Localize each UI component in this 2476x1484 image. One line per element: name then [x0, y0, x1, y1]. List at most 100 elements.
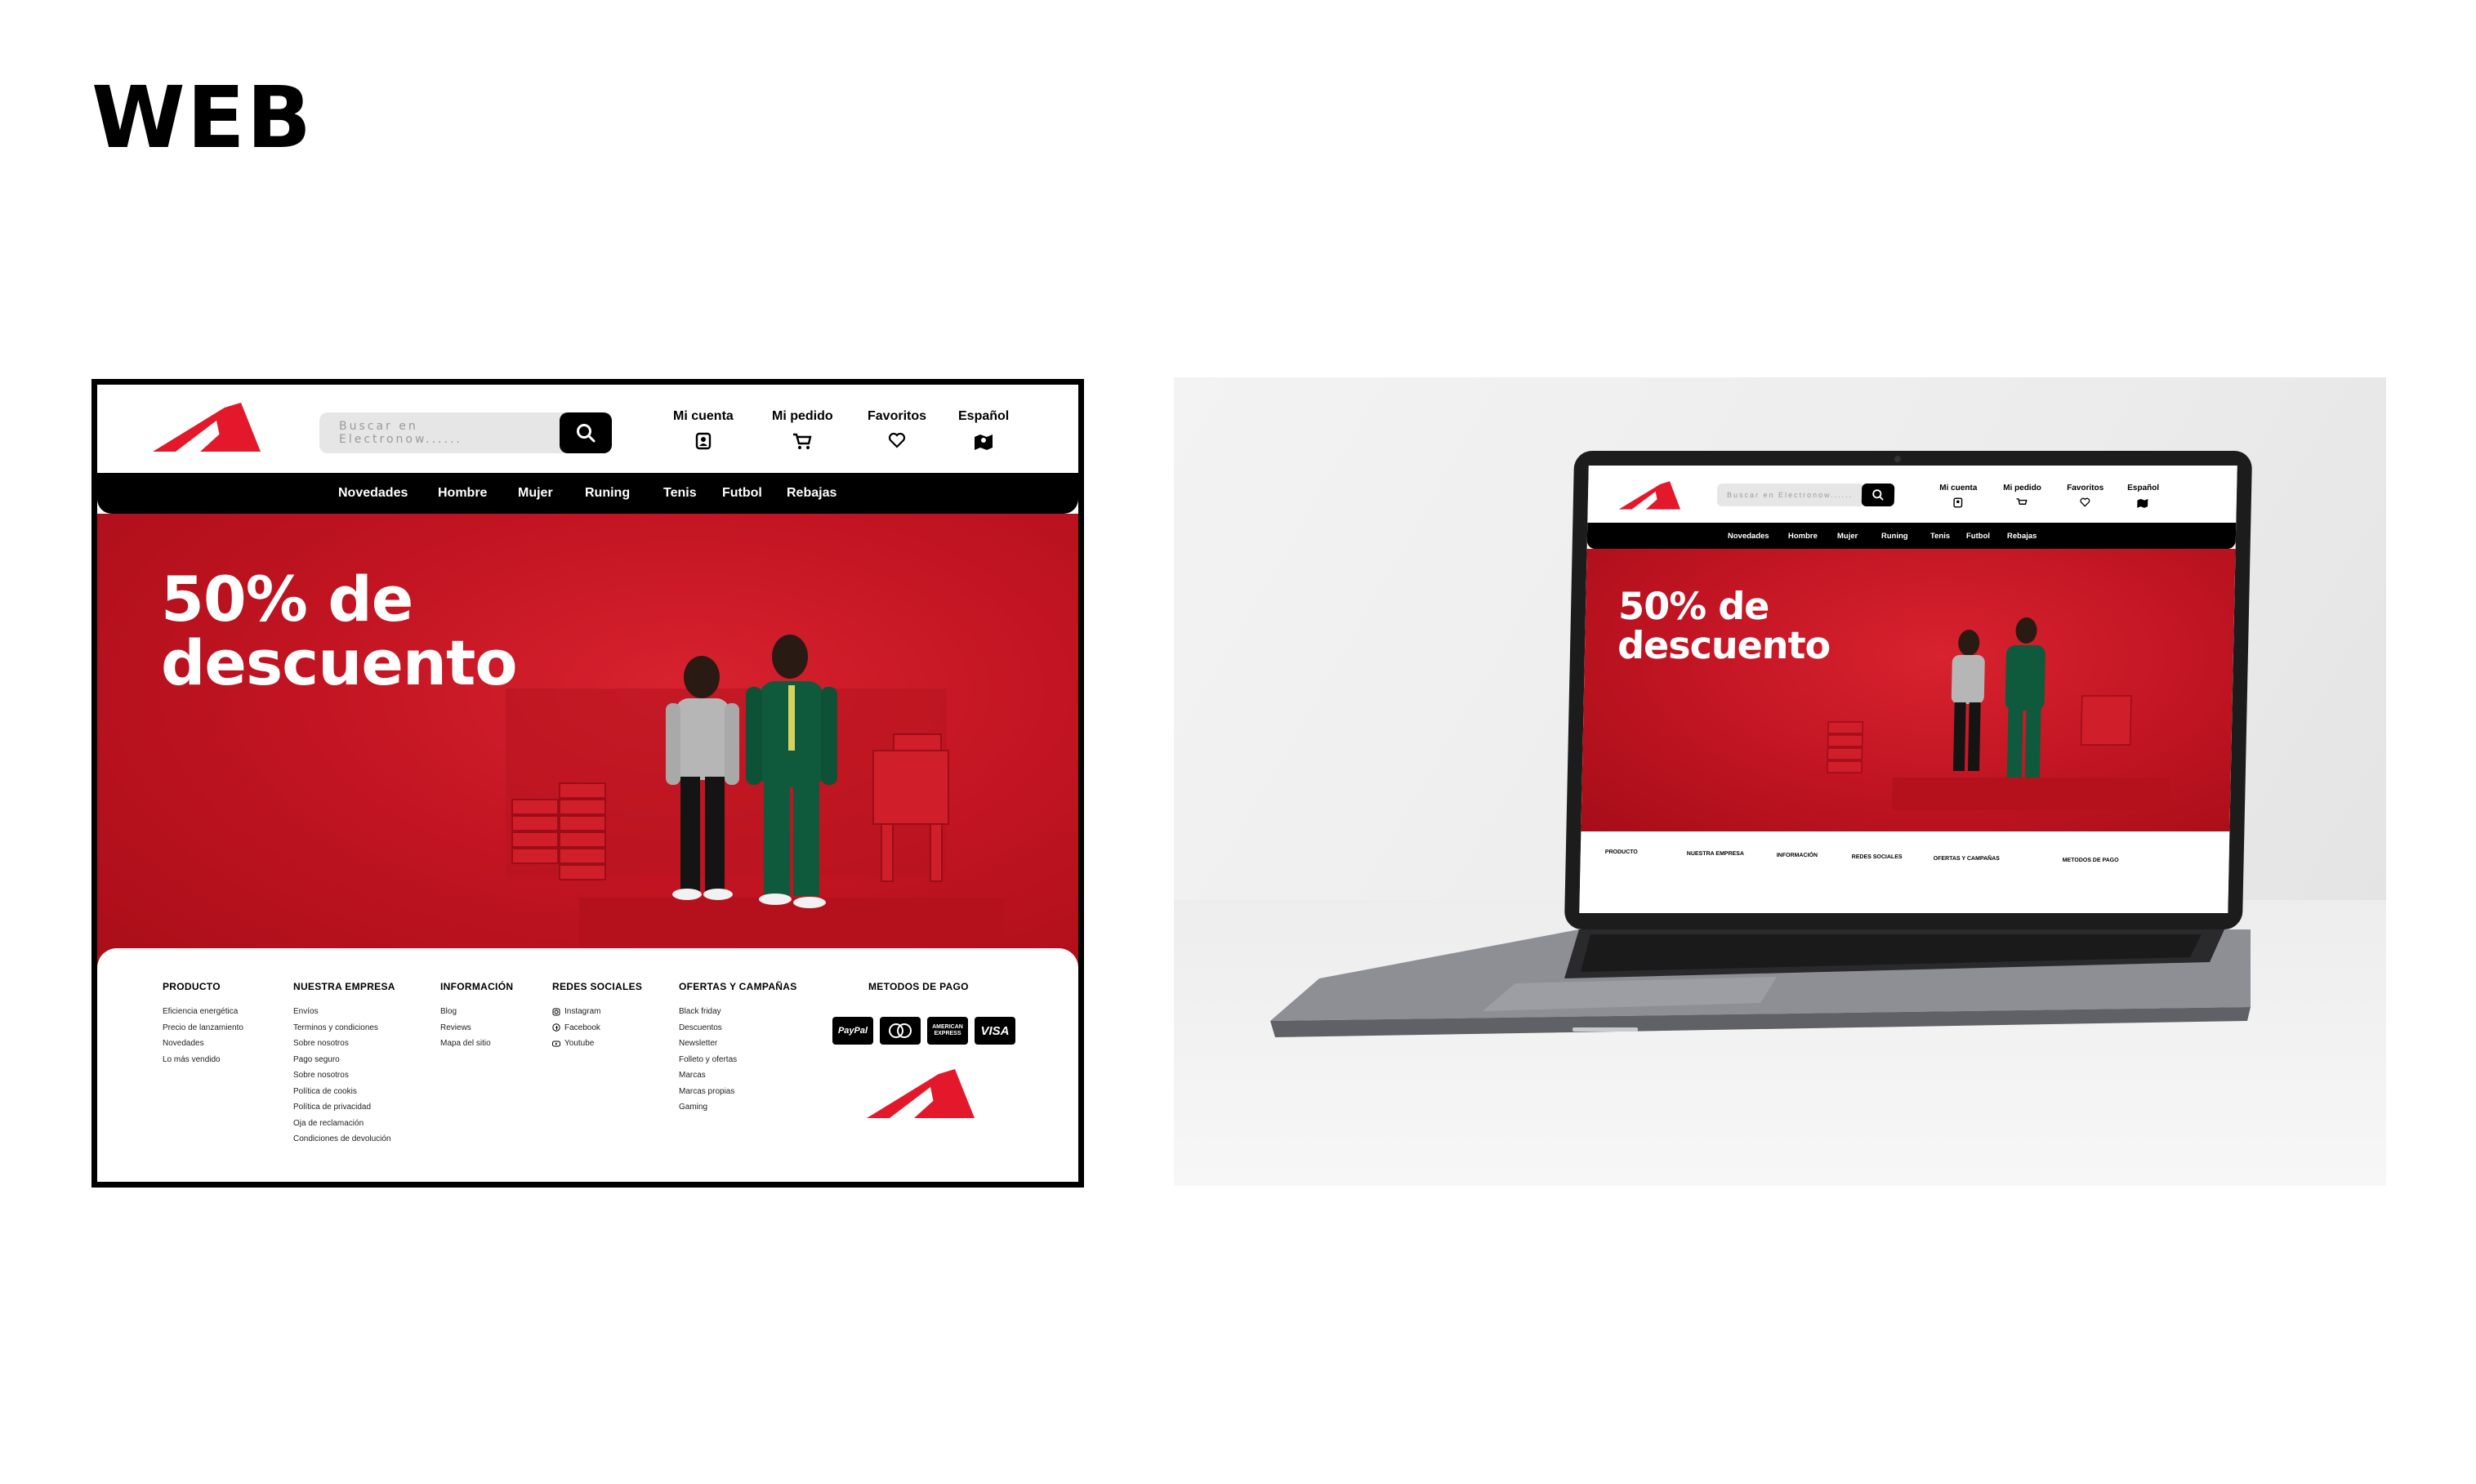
footer-link-youtube[interactable]: Youtube [552, 1036, 642, 1052]
footer-link[interactable]: Gaming [679, 1099, 797, 1116]
nav-rebajas[interactable]: Rebajas [787, 486, 836, 501]
nav-mujer[interactable]: Mujer [518, 486, 553, 501]
nav-novedades[interactable]: Novedades [338, 486, 408, 501]
payment-cards: PayPal AMERICAN EXPRESS VISA [832, 1017, 1015, 1045]
footer-link[interactable]: Pago seguro [293, 1052, 395, 1068]
screen-hero: 50% de descuento [1581, 549, 2236, 831]
footer-link[interactable]: Newsletter [679, 1036, 797, 1052]
footer-link-label: Facebook [564, 1023, 600, 1032]
search-placeholder: Buscar en Electronow...... [339, 420, 462, 446]
screen-footer-title: REDES SOCIALES [1851, 854, 1903, 860]
screen-header-favorites-label: Favoritos [2067, 484, 2104, 492]
screen-nav-item: Futbol [1965, 532, 1991, 541]
footer-column-redes: REDES SOCIALES Instagram Facebook Youtub… [552, 981, 642, 1052]
footer-link-instagram[interactable]: Instagram [552, 1004, 642, 1020]
footer-link-label: Instagram [564, 1007, 601, 1017]
footer-link[interactable]: Mapa del sitio [440, 1036, 513, 1052]
screen-header-account-label: Mi cuenta [1939, 484, 1978, 492]
mastercard-icon [889, 1023, 912, 1038]
hero-headline-line1: 50% de [161, 563, 413, 635]
cart-icon [2016, 498, 2028, 505]
screen-nav-item: Tenis [1929, 532, 1951, 541]
header-favorites-label: Favoritos [868, 409, 927, 423]
footer-link[interactable]: Descuentos [679, 1020, 797, 1036]
map-icon [975, 435, 993, 450]
amex-card: AMERICAN EXPRESS [927, 1017, 968, 1045]
footer-link[interactable]: Precio de lanzamiento [163, 1020, 243, 1036]
hero-headline: 50% de descuento [161, 563, 518, 695]
camera-icon [1894, 456, 1902, 462]
nav-tenis[interactable]: Tenis [663, 486, 697, 501]
screen-footer-title: OFERTAS Y CAMPAÑAS [1933, 856, 2000, 862]
laptop-base [1270, 929, 2251, 1037]
header-order-label: Mi pedido [772, 409, 833, 423]
footer-link-label: Youtube [564, 1039, 595, 1049]
footer-link[interactable]: Sobre nosotros [293, 1036, 395, 1052]
screen-nav-item: Runing [1880, 532, 1908, 541]
footer-logo [867, 1069, 981, 1124]
heart-icon [888, 432, 906, 448]
page-title: WEB [91, 68, 314, 167]
web-mockup: Buscar en Electronow...... Mi cuenta Mi … [91, 379, 1084, 1188]
search-icon [577, 424, 596, 443]
footer-link[interactable]: Marcas [679, 1067, 797, 1084]
logo-mark-icon [153, 403, 261, 452]
youtube-icon [552, 1041, 560, 1047]
facebook-icon [552, 1023, 560, 1032]
laptop-mockup-photo: Buscar en Electronow...... Mi cuenta Mi … [1174, 377, 2386, 1186]
footer-link[interactable]: Lo más vendido [163, 1052, 243, 1068]
footer-link[interactable]: Envíos [293, 1004, 395, 1020]
main-nav: Novedades Hombre Mujer Runing Tenis Futb… [97, 473, 1078, 514]
screen-footer: PRODUCTO NUESTRA EMPRESA INFORMACIÓN RED… [1579, 831, 2230, 913]
footer-column-title: NUESTRA EMPRESA [293, 981, 395, 992]
footer-link[interactable]: Sobre nosotros [293, 1067, 395, 1084]
footer-link[interactable]: Reviews [440, 1020, 513, 1036]
site-header: Buscar en Electronow...... Mi cuenta Mi … [97, 385, 1078, 473]
search-input[interactable]: Buscar en Electronow...... [319, 412, 564, 453]
footer-link[interactable]: Black friday [679, 1004, 797, 1020]
footer-link[interactable]: Oja de reclamación [293, 1116, 395, 1132]
account-icon [1953, 497, 1963, 508]
footer-column-title: PRODUCTO [163, 981, 221, 992]
footer-link[interactable]: Eficiencia energética [163, 1004, 243, 1020]
laptop-screen: Buscar en Electronow...... Mi cuenta Mi … [1579, 466, 2237, 913]
footer-link[interactable]: Condiciones de devolución [293, 1131, 395, 1148]
nav-runing[interactable]: Runing [585, 486, 630, 501]
header-favorites[interactable]: Favoritos [868, 409, 926, 448]
brand-logo[interactable] [153, 403, 267, 453]
footer-link[interactable]: Blog [440, 1004, 513, 1020]
footer-link[interactable]: Novedades [163, 1036, 243, 1052]
header-order[interactable]: Mi pedido [772, 409, 833, 450]
logo-mark-icon [867, 1069, 975, 1118]
screen-nav-item: Mujer [1836, 532, 1858, 541]
header-account[interactable]: Mi cuenta [673, 409, 734, 450]
footer-link[interactable]: Política de cookis [293, 1084, 395, 1100]
nav-hombre[interactable]: Hombre [438, 486, 487, 501]
hero-banner[interactable]: 50% de descuento [97, 514, 1078, 979]
footer-link[interactable]: Terminos y condiciones [293, 1020, 395, 1036]
screen-footer-title: NUESTRA EMPRESA [1686, 851, 1745, 857]
header-account-label: Mi cuenta [673, 409, 734, 423]
laptop-lid: Buscar en Electronow...... Mi cuenta Mi … [1564, 451, 2253, 929]
screen-search-button [1861, 484, 1895, 506]
screen-header: Buscar en Electronow...... Mi cuenta Mi … [1587, 466, 2237, 523]
screen-header-account: Mi cuenta [1939, 484, 1978, 508]
footer-column-title: OFERTAS Y CAMPAÑAS [679, 981, 797, 992]
footer-link-facebook[interactable]: Facebook [552, 1020, 642, 1036]
screen-header-language: Español [2127, 484, 2159, 508]
screen-search-input: Buscar en Electronow...... [1716, 484, 1865, 506]
map-icon [2137, 498, 2148, 508]
screen-hero-headline: 50% de descuento [1617, 584, 1831, 667]
footer-link[interactable]: Política de privacidad [293, 1099, 395, 1116]
visa-card: VISA [975, 1017, 1015, 1045]
header-language-label: Español [958, 409, 1010, 423]
nav-futbol[interactable]: Futbol [722, 486, 762, 501]
footer-link[interactable]: Folleto y ofertas [679, 1052, 797, 1068]
footer-column-ofertas: OFERTAS Y CAMPAÑAS Black friday Descuent… [679, 981, 797, 1116]
screen-hero-line1: 50% de [1617, 584, 1769, 628]
search-button[interactable] [560, 412, 612, 453]
header-language[interactable]: Español [958, 409, 1009, 450]
screen-nav: Novedades Hombre Mujer Runing Tenis Futb… [1586, 523, 2237, 549]
paypal-card: PayPal [832, 1017, 873, 1045]
footer-link[interactable]: Marcas propias [679, 1084, 797, 1100]
